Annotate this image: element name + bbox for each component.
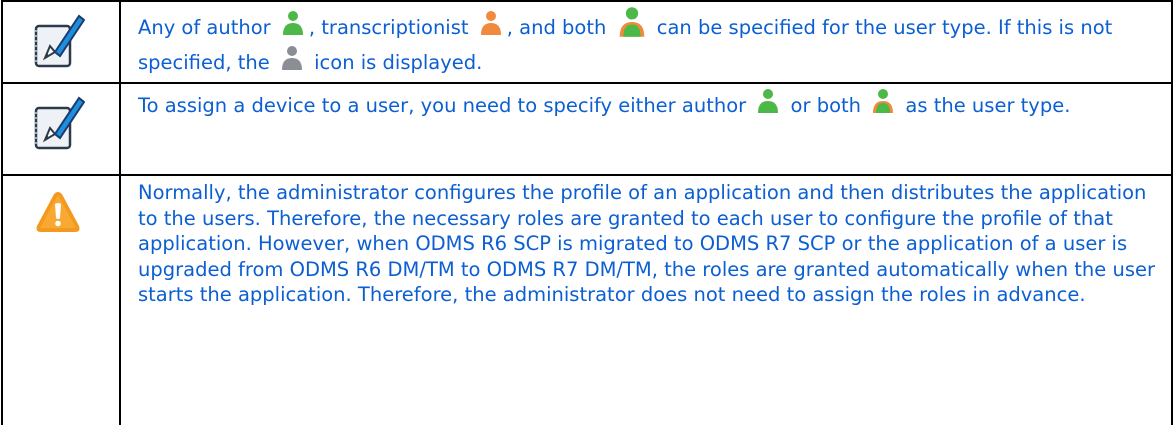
note-text-part: , transcriptionist: [308, 16, 475, 39]
both-user-icon: [871, 88, 895, 114]
note-row-user-type: Any of author , transcriptionist , and b…: [1, 0, 1173, 84]
note-text-part: or both: [784, 94, 868, 117]
note-icon-cell: [1, 82, 121, 176]
note-text-part: icon is displayed.: [307, 51, 483, 74]
warning-icon: [35, 190, 81, 234]
caution-text: Normally, the administrator configures t…: [119, 174, 1173, 425]
note-text-part: To assign a device to a user, you need t…: [138, 94, 753, 117]
note-text-part: , and both: [506, 16, 613, 39]
note-icon-cell: [1, 0, 121, 84]
note-text-part: Any of author: [138, 16, 277, 39]
author-user-icon: [281, 10, 305, 36]
unspecified-user-icon: [280, 45, 304, 71]
note-text: Any of author , transcriptionist , and b…: [119, 0, 1173, 84]
notes-table: Any of author , transcriptionist , and b…: [1, 0, 1173, 425]
note-pencil-icon: [33, 94, 85, 152]
note-text-part: as the user type.: [899, 94, 1071, 117]
caution-row-roles: Normally, the administrator configures t…: [1, 174, 1173, 425]
note-text: To assign a device to a user, you need t…: [119, 82, 1173, 176]
transcriptionist-user-icon: [479, 10, 503, 36]
caution-icon-cell: [1, 174, 121, 425]
both-user-icon: [617, 6, 647, 38]
note-row-device: To assign a device to a user, you need t…: [1, 82, 1173, 176]
author-user-icon: [756, 88, 780, 114]
note-pencil-icon: [33, 12, 85, 70]
